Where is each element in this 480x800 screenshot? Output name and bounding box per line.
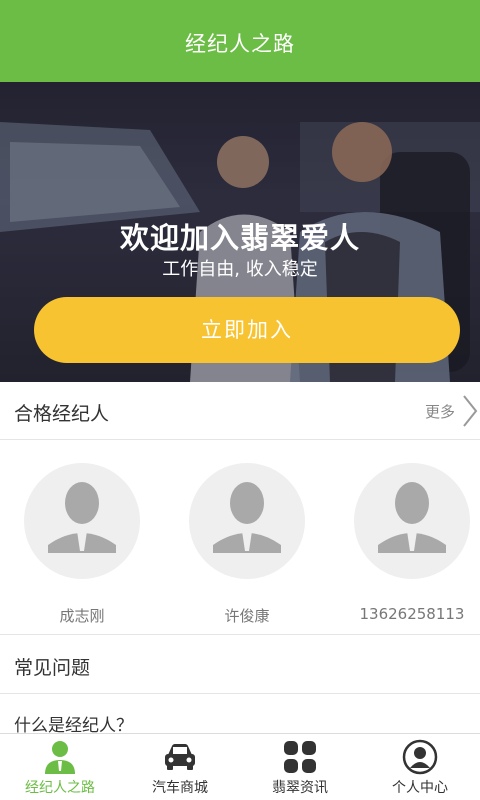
page-title: 经纪人之路	[185, 32, 295, 56]
grid-icon	[284, 741, 316, 773]
banner-subtitle: 工作自由, 收入稳定	[162, 259, 318, 280]
agent-name: 许俊康	[224, 607, 270, 625]
tab-label: 个人中心	[392, 780, 448, 796]
user-circle-icon	[402, 739, 438, 775]
avatar	[354, 463, 470, 579]
car-icon	[165, 744, 195, 770]
avatar	[189, 463, 305, 579]
avatar	[24, 463, 140, 579]
faq-section-title: 常见问题	[14, 657, 91, 679]
tab-jade-news[interactable]: 翡翠资讯	[240, 734, 360, 800]
tab-label: 汽车商城	[152, 780, 208, 796]
agents-section-title: 合格经纪人	[14, 403, 110, 425]
agent-card[interactable]: 许俊康	[188, 463, 306, 626]
bottom-tab-bar: 经纪人之路 汽车商城 翡翠资讯 个人中心	[0, 733, 480, 800]
tab-label: 经纪人之路	[25, 780, 95, 796]
agents-section-header: 合格经纪人 更多	[0, 382, 480, 440]
app-header: 经纪人之路	[0, 0, 480, 82]
more-agents-link[interactable]: 更多	[420, 394, 480, 428]
agent-user-icon	[45, 741, 75, 774]
faq-list-item[interactable]: 什么是经纪人？	[0, 695, 480, 736]
tab-car-mall[interactable]: 汽车商城	[120, 734, 240, 800]
chevron-right-icon	[463, 395, 478, 427]
banner-headline: 欢迎加入翡翠爱人	[119, 221, 360, 255]
agent-card[interactable]: 成志刚	[23, 463, 141, 626]
tab-personal-center[interactable]: 个人中心	[360, 734, 480, 800]
tab-agent-path[interactable]: 经纪人之路	[0, 734, 120, 800]
hero-banner: 欢迎加入翡翠爱人 工作自由, 收入稳定 立即加入	[0, 82, 480, 382]
status-bar	[0, 0, 480, 10]
agent-card[interactable]: 13626258113	[353, 463, 471, 623]
default-avatar-icon	[213, 482, 281, 553]
join-now-button[interactable]: 立即加入	[34, 297, 460, 363]
agents-list: 成志刚 许俊康 13626258113	[0, 441, 480, 635]
agent-name: 13626258113	[359, 605, 465, 623]
tab-label: 翡翠资讯	[272, 780, 328, 796]
default-avatar-icon	[378, 482, 446, 553]
default-avatar-icon	[48, 482, 116, 553]
faq-section-header: 常见问题	[0, 636, 480, 694]
more-label: 更多	[425, 403, 456, 421]
agent-name: 成志刚	[59, 607, 105, 625]
